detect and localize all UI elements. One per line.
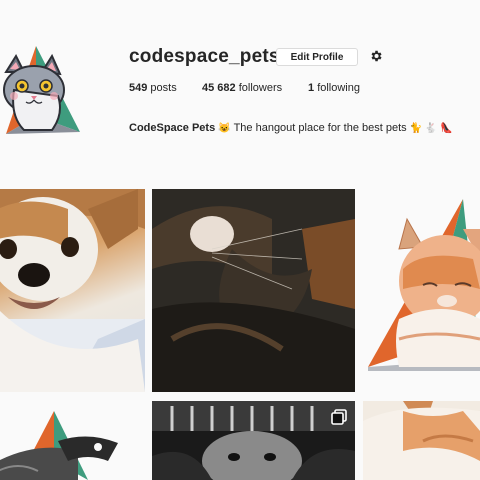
cat-mascot-avatar-icon	[3, 46, 80, 134]
calico-cat-photo	[152, 189, 355, 392]
orange-cat-sticker	[368, 199, 480, 371]
following-count: 1	[308, 82, 315, 94]
post-thumbnail-dog-sticker[interactable]	[0, 401, 145, 480]
bio-emoji-tail: 🐈 🐇 👠	[409, 123, 453, 134]
post-thumbnail-cat[interactable]	[363, 401, 480, 480]
bio-name: CodeSpace Pets	[129, 122, 216, 134]
bio-cat-emoji: 😺	[218, 123, 231, 134]
dog-sticker	[0, 411, 118, 480]
post-thumbnail-orange-cat[interactable]	[363, 189, 480, 392]
following-label: following	[317, 82, 360, 94]
multiple-images-icon	[331, 409, 347, 425]
posts-stat[interactable]: 549 posts	[129, 82, 177, 94]
profile-bio: CodeSpace Pets 😺 The hangout place for t…	[129, 122, 453, 134]
post-thumbnail-puppy[interactable]	[0, 189, 145, 392]
profile-avatar[interactable]	[0, 46, 82, 140]
profile-username: codespace_pets	[129, 46, 280, 67]
bio-text: The hangout place for the best pets	[233, 122, 407, 134]
puppy-photo	[0, 189, 145, 392]
posts-label: posts	[150, 82, 177, 94]
gear-icon[interactable]	[369, 49, 383, 63]
following-stat[interactable]: 1 following	[308, 82, 360, 94]
post-thumbnail-calico-cat[interactable]	[152, 189, 355, 392]
cat-photo	[363, 401, 480, 480]
followers-stat[interactable]: 45 682 followers	[202, 82, 282, 94]
followers-count: 45 682	[202, 82, 236, 94]
edit-profile-button[interactable]: Edit Profile	[276, 48, 358, 66]
posts-count: 549	[129, 82, 148, 94]
black-white-dog-photo	[152, 401, 355, 480]
followers-label: followers	[238, 82, 283, 94]
post-thumbnail-bw-dog[interactable]	[152, 401, 355, 480]
